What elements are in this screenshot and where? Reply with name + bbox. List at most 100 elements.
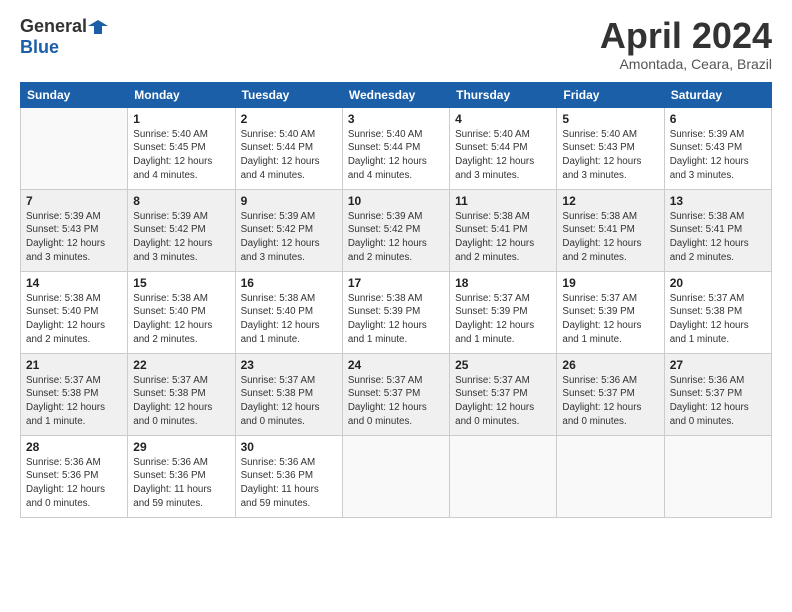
day-info: Sunrise: 5:40 AMSunset: 5:44 PMDaylight:…	[241, 128, 337, 183]
table-row: 27 Sunrise: 5:36 AMSunset: 5:37 PMDayligh…	[664, 353, 771, 435]
table-row: 12Sunrise: 5:38 AMSunset: 5:41 PMDayligh…	[557, 189, 664, 271]
table-row: 1 Sunrise: 5:40 AMSunset: 5:45 PMDaylight…	[128, 107, 235, 189]
day-info: Sunrise: 5:39 AMSunset: 5:42 PMDaylight:…	[348, 210, 444, 265]
table-row: 19 Sunrise: 5:37 AMSunset: 5:39 PMDayligh…	[557, 271, 664, 353]
day-number: 23	[241, 358, 337, 372]
day-number: 22	[133, 358, 229, 372]
table-row: 6 Sunrise: 5:39 AMSunset: 5:43 PMDaylight…	[664, 107, 771, 189]
table-row: 24 Sunrise: 5:37 AMSunset: 5:37 PMDayligh…	[342, 353, 449, 435]
table-row: 22Sunrise: 5:37 AMSunset: 5:38 PMDayligh…	[128, 353, 235, 435]
day-number: 14	[26, 276, 122, 290]
day-info: Sunrise: 5:38 AMSunset: 5:40 PMDaylight:…	[241, 292, 337, 347]
day-info: Sunrise: 5:40 AMSunset: 5:44 PMDaylight:…	[348, 128, 444, 183]
table-row: 2Sunrise: 5:40 AMSunset: 5:44 PMDaylight…	[235, 107, 342, 189]
table-row: 3 Sunrise: 5:40 AMSunset: 5:44 PMDaylight…	[342, 107, 449, 189]
table-row	[664, 435, 771, 517]
table-row: 11Sunrise: 5:38 AMSunset: 5:41 PMDayligh…	[450, 189, 557, 271]
day-info: Sunrise: 5:36 AMSunset: 5:36 PMDaylight:…	[241, 456, 337, 511]
day-number: 6	[670, 112, 766, 126]
logo-bird-icon	[88, 18, 108, 36]
logo: General Blue	[20, 16, 108, 58]
day-number: 16	[241, 276, 337, 290]
table-row: 13 Sunrise: 5:38 AMSunset: 5:41 PMDayligh…	[664, 189, 771, 271]
day-number: 18	[455, 276, 551, 290]
weekday-header-row: Sunday Monday Tuesday Wednesday Thursday…	[21, 82, 772, 107]
logo-general-text: General	[20, 16, 87, 37]
day-number: 24	[348, 358, 444, 372]
table-row	[21, 107, 128, 189]
calendar-title: April 2024	[600, 16, 772, 56]
table-row	[450, 435, 557, 517]
day-number: 13	[670, 194, 766, 208]
day-number: 5	[562, 112, 658, 126]
header-thursday: Thursday	[450, 82, 557, 107]
table-row: 16 Sunrise: 5:38 AMSunset: 5:40 PMDayligh…	[235, 271, 342, 353]
calendar-table: Sunday Monday Tuesday Wednesday Thursday…	[20, 82, 772, 518]
day-number: 1	[133, 112, 229, 126]
day-number: 3	[348, 112, 444, 126]
table-row: 26 Sunrise: 5:36 AMSunset: 5:37 PMDayligh…	[557, 353, 664, 435]
table-row: 14 Sunrise: 5:38 AMSunset: 5:40 PMDayligh…	[21, 271, 128, 353]
logo-blue-text: Blue	[20, 37, 59, 57]
day-info: Sunrise: 5:36 AMSunset: 5:37 PMDaylight:…	[670, 374, 766, 429]
day-number: 9	[241, 194, 337, 208]
day-number: 17	[348, 276, 444, 290]
calendar-week-row: 1 Sunrise: 5:40 AMSunset: 5:45 PMDaylight…	[21, 107, 772, 189]
day-number: 28	[26, 440, 122, 454]
day-info: Sunrise: 5:38 AMSunset: 5:41 PMDaylight:…	[670, 210, 766, 265]
day-info: Sunrise: 5:37 AMSunset: 5:37 PMDaylight:…	[455, 374, 551, 429]
day-info: Sunrise: 5:36 AMSunset: 5:36 PMDaylight:…	[133, 456, 229, 511]
table-row: 18 Sunrise: 5:37 AMSunset: 5:39 PMDayligh…	[450, 271, 557, 353]
header-wednesday: Wednesday	[342, 82, 449, 107]
day-info: Sunrise: 5:37 AMSunset: 5:37 PMDaylight:…	[348, 374, 444, 429]
page: General Blue April 2024 Amontada, Ceara,…	[0, 0, 792, 528]
day-info: Sunrise: 5:39 AMSunset: 5:42 PMDaylight:…	[241, 210, 337, 265]
table-row: 9 Sunrise: 5:39 AMSunset: 5:42 PMDaylight…	[235, 189, 342, 271]
day-number: 10	[348, 194, 444, 208]
header-monday: Monday	[128, 82, 235, 107]
table-row	[342, 435, 449, 517]
day-info: Sunrise: 5:38 AMSunset: 5:41 PMDaylight:…	[562, 210, 658, 265]
day-number: 4	[455, 112, 551, 126]
day-number: 19	[562, 276, 658, 290]
day-number: 11	[455, 194, 551, 208]
day-info: Sunrise: 5:38 AMSunset: 5:40 PMDaylight:…	[26, 292, 122, 347]
day-info: Sunrise: 5:39 AMSunset: 5:43 PMDaylight:…	[26, 210, 122, 265]
day-info: Sunrise: 5:37 AMSunset: 5:39 PMDaylight:…	[455, 292, 551, 347]
calendar-week-row: 7Sunrise: 5:39 AMSunset: 5:43 PMDaylight…	[21, 189, 772, 271]
table-row: 17 Sunrise: 5:38 AMSunset: 5:39 PMDayligh…	[342, 271, 449, 353]
day-info: Sunrise: 5:37 AMSunset: 5:38 PMDaylight:…	[26, 374, 122, 429]
day-info: Sunrise: 5:37 AMSunset: 5:38 PMDaylight:…	[241, 374, 337, 429]
title-block: April 2024 Amontada, Ceara, Brazil	[600, 16, 772, 72]
day-info: Sunrise: 5:40 AMSunset: 5:44 PMDaylight:…	[455, 128, 551, 183]
calendar-week-row: 28 Sunrise: 5:36 AMSunset: 5:36 PMDayligh…	[21, 435, 772, 517]
day-info: Sunrise: 5:36 AMSunset: 5:37 PMDaylight:…	[562, 374, 658, 429]
table-row: 21Sunrise: 5:37 AMSunset: 5:38 PMDayligh…	[21, 353, 128, 435]
table-row: 4 Sunrise: 5:40 AMSunset: 5:44 PMDaylight…	[450, 107, 557, 189]
table-row: 25Sunrise: 5:37 AMSunset: 5:37 PMDayligh…	[450, 353, 557, 435]
table-row: 10 Sunrise: 5:39 AMSunset: 5:42 PMDayligh…	[342, 189, 449, 271]
day-number: 8	[133, 194, 229, 208]
table-row: 8 Sunrise: 5:39 AMSunset: 5:42 PMDaylight…	[128, 189, 235, 271]
table-row: 30 Sunrise: 5:36 AMSunset: 5:36 PMDayligh…	[235, 435, 342, 517]
header-tuesday: Tuesday	[235, 82, 342, 107]
day-info: Sunrise: 5:38 AMSunset: 5:39 PMDaylight:…	[348, 292, 444, 347]
table-row: 23 Sunrise: 5:37 AMSunset: 5:38 PMDayligh…	[235, 353, 342, 435]
day-info: Sunrise: 5:39 AMSunset: 5:43 PMDaylight:…	[670, 128, 766, 183]
day-number: 26	[562, 358, 658, 372]
table-row: 28 Sunrise: 5:36 AMSunset: 5:36 PMDayligh…	[21, 435, 128, 517]
day-number: 27	[670, 358, 766, 372]
day-info: Sunrise: 5:39 AMSunset: 5:42 PMDaylight:…	[133, 210, 229, 265]
day-info: Sunrise: 5:37 AMSunset: 5:39 PMDaylight:…	[562, 292, 658, 347]
calendar-week-row: 14 Sunrise: 5:38 AMSunset: 5:40 PMDayligh…	[21, 271, 772, 353]
table-row: 5 Sunrise: 5:40 AMSunset: 5:43 PMDaylight…	[557, 107, 664, 189]
day-info: Sunrise: 5:40 AMSunset: 5:45 PMDaylight:…	[133, 128, 229, 183]
day-number: 30	[241, 440, 337, 454]
day-info: Sunrise: 5:36 AMSunset: 5:36 PMDaylight:…	[26, 456, 122, 511]
day-number: 29	[133, 440, 229, 454]
table-row: 7Sunrise: 5:39 AMSunset: 5:43 PMDaylight…	[21, 189, 128, 271]
day-info: Sunrise: 5:40 AMSunset: 5:43 PMDaylight:…	[562, 128, 658, 183]
header: General Blue April 2024 Amontada, Ceara,…	[20, 16, 772, 72]
calendar-week-row: 21Sunrise: 5:37 AMSunset: 5:38 PMDayligh…	[21, 353, 772, 435]
table-row: 15Sunrise: 5:38 AMSunset: 5:40 PMDayligh…	[128, 271, 235, 353]
